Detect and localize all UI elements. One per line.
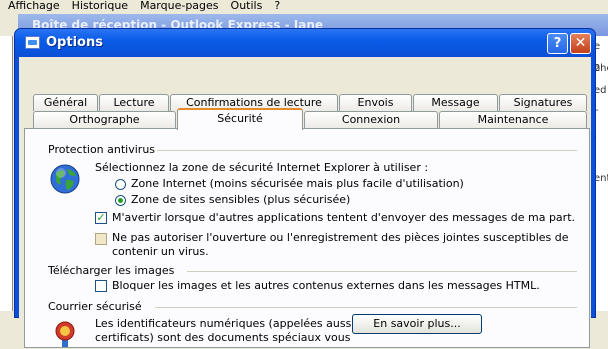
menu-marque-pages[interactable]: Marque-pages — [140, 0, 218, 14]
warn-send-label[interactable]: M'avertir lorsque d'autres applications … — [112, 211, 575, 224]
menu-help[interactable]: ? — [274, 0, 280, 14]
tab-securite[interactable]: Sécurité — [177, 108, 303, 130]
block-images-checkbox[interactable] — [95, 280, 107, 292]
secure-mail-text-1: Les identificateurs numériques (appelées… — [95, 317, 355, 330]
secure-mail-heading: Courrier sécurisé — [48, 300, 142, 313]
zone-internet-label[interactable]: Zone Internet (moins sécurisée mais plus… — [131, 177, 464, 190]
zone-internet-radio[interactable] — [115, 179, 126, 190]
zone-restricted-radio[interactable] — [115, 195, 126, 206]
dialog-titlebar[interactable]: Options ? ✕ — [15, 29, 595, 57]
certificate-seal-icon — [55, 321, 75, 347]
dialog-title: Options — [46, 35, 103, 50]
images-separator — [187, 271, 577, 272]
close-button[interactable]: ✕ — [570, 33, 591, 54]
tab-lecture[interactable]: Lecture — [99, 94, 169, 111]
zone-prompt: Sélectionnez la zone de sécurité Interne… — [95, 161, 429, 174]
tab-general[interactable]: Général — [33, 94, 98, 111]
options-window-icon — [25, 36, 40, 49]
block-attachments-label-2[interactable]: contenir un virus. — [112, 245, 209, 258]
zone-restricted-label[interactable]: Zone de sites sensibles (plus sécurisée) — [131, 193, 350, 206]
internet-globe-icon — [50, 164, 80, 194]
tab-message[interactable]: Message — [413, 94, 498, 111]
tab-signatures[interactable]: Signatures — [499, 94, 587, 111]
help-button[interactable]: ? — [547, 33, 568, 54]
block-attachments-checkbox[interactable] — [95, 233, 107, 245]
learn-more-button[interactable]: En savoir plus... — [352, 314, 482, 334]
menu-outils[interactable]: Outils — [231, 0, 263, 14]
antivirus-separator — [157, 150, 577, 151]
tab-maintenance[interactable]: Maintenance — [439, 111, 587, 128]
tab-connexion[interactable]: Connexion — [304, 111, 438, 128]
block-attachments-label-1[interactable]: Ne pas autoriser l'ouverture ou l'enregi… — [112, 231, 569, 244]
tab-orthographe[interactable]: Orthographe — [33, 111, 176, 128]
menu-affichage[interactable]: Affichage — [8, 0, 60, 14]
block-images-label[interactable]: Bloquer les images et les autres contenu… — [112, 279, 540, 292]
images-heading: Télécharger les images — [48, 264, 175, 277]
dialog-client-area: Général Lecture Confirmations de lecture… — [19, 57, 591, 348]
tab-envois[interactable]: Envois — [339, 94, 412, 111]
secure-mail-text-2: certificats) sont des documents spéciaux… — [95, 331, 351, 344]
antivirus-heading: Protection antivirus — [48, 143, 156, 156]
warn-send-checkbox[interactable]: ✓ — [95, 212, 107, 224]
background-menubar: Affichage Historique Marque-pages Outils… — [0, 0, 608, 14]
options-dialog: Options ? ✕ Général Lecture Confirmation… — [14, 28, 596, 348]
menu-historique[interactable]: Historique — [72, 0, 128, 14]
background-left-pane — [0, 36, 13, 311]
secure-mail-separator — [155, 307, 577, 308]
